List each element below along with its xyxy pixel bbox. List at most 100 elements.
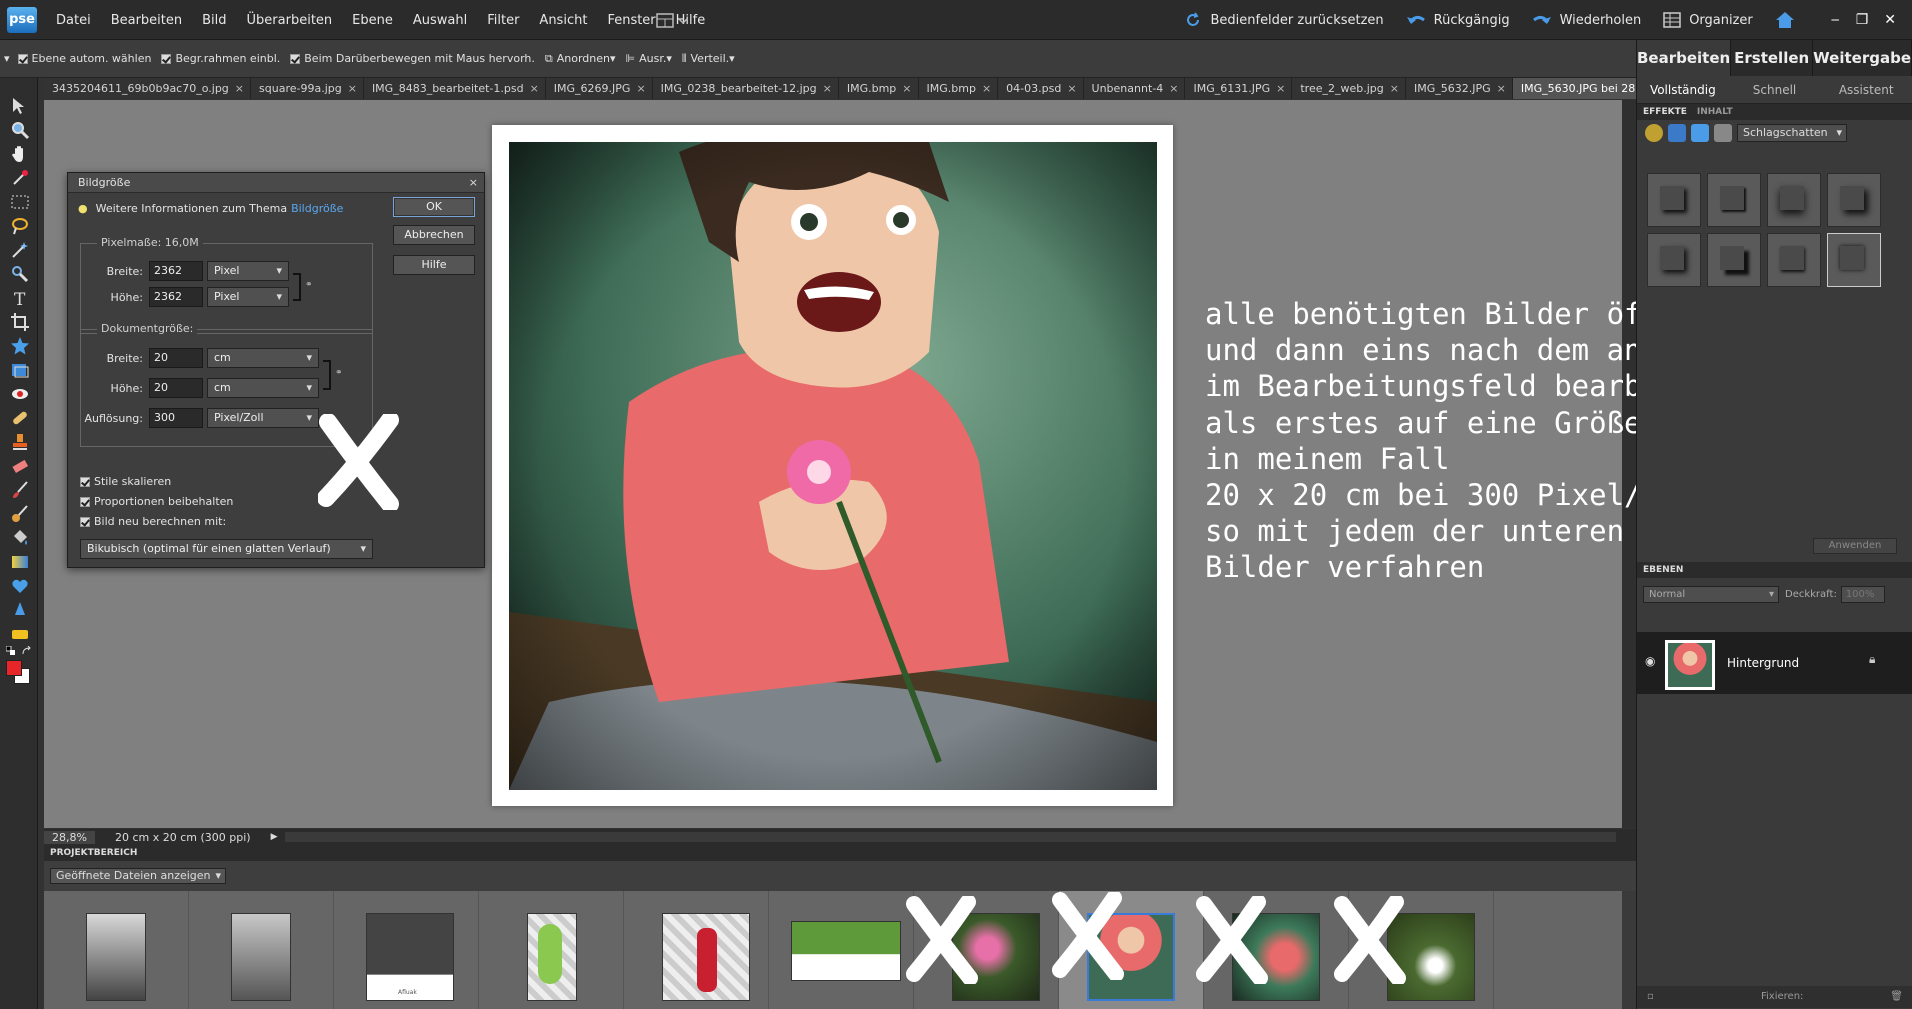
selection-brush-tool-icon[interactable]: [10, 264, 30, 284]
layer-row[interactable]: ◉ Hintergrund 🔒︎: [1637, 632, 1912, 694]
close-tab-icon[interactable]: ×: [235, 82, 244, 95]
bin-item[interactable]: Afluak: [334, 891, 479, 1009]
pixel-height-unit-select[interactable]: Pixel: [207, 287, 289, 307]
reset-panels-button[interactable]: Bedienfelder zurücksetzen: [1184, 11, 1384, 29]
close-tab-icon[interactable]: ×: [1497, 82, 1506, 95]
close-tab-icon[interactable]: ×: [1390, 82, 1399, 95]
menu-datei[interactable]: Datei: [46, 13, 101, 28]
trash-icon[interactable]: 🗑︎: [1890, 986, 1903, 1008]
tab-document[interactable]: IMG.bmp ×: [838, 78, 919, 99]
lasso-tool-icon[interactable]: [10, 216, 30, 236]
highlight-rollover-checkbox[interactable]: Beim Darüberbewegen mit Maus hervorh.: [290, 52, 535, 65]
resample-checkbox[interactable]: Bild neu berechnen mit:: [80, 515, 226, 528]
tab-schnell[interactable]: Schnell: [1729, 76, 1821, 103]
resolution-unit-select[interactable]: Pixel/Zoll: [207, 408, 319, 428]
zoom-level[interactable]: 28,8%: [44, 830, 95, 844]
tab-document[interactable]: 3435204611_69b0b9ac70_o.jpg ×: [44, 78, 252, 99]
tab-effekte[interactable]: EFFEKTE: [1643, 104, 1687, 120]
info-link[interactable]: Bildgröße: [291, 202, 343, 215]
apply-button[interactable]: Anwenden: [1813, 538, 1897, 554]
bounding-box-checkbox[interactable]: Begr.rahmen einbl.: [161, 52, 280, 65]
new-layer-icon[interactable]: ▫: [1647, 991, 1654, 1002]
tab-document[interactable]: IMG_6131.JPG ×: [1185, 78, 1293, 99]
restore-icon[interactable]: ❐: [1856, 12, 1869, 28]
horizontal-scrollbar[interactable]: [285, 832, 1616, 842]
help-button[interactable]: Hilfe: [393, 255, 475, 275]
tab-document[interactable]: IMG_6269.JPG ×: [545, 78, 653, 99]
doc-height-unit-select[interactable]: cm: [207, 378, 319, 398]
bin-item[interactable]: [479, 891, 624, 1009]
red-eye-tool-icon[interactable]: [10, 384, 30, 404]
zoom-tool-icon[interactable]: [10, 120, 30, 140]
straighten-tool-icon[interactable]: [10, 360, 30, 380]
close-tab-icon[interactable]: ×: [530, 82, 539, 95]
menu-ueberarbeiten[interactable]: Überarbeiten: [237, 13, 343, 28]
pixel-width-unit-select[interactable]: Pixel: [207, 261, 289, 281]
resolution-input[interactable]: 300: [149, 408, 203, 428]
blend-mode-select[interactable]: Normal ▾: [1643, 585, 1779, 603]
layer-styles-icon[interactable]: [1668, 124, 1686, 142]
tab-document[interactable]: IMG_0238_bearbeitet-12.jpg ×: [652, 78, 839, 99]
tab-weitergabe[interactable]: Weitergabe: [1813, 40, 1912, 76]
blur-tool-icon[interactable]: [10, 600, 30, 620]
close-tab-icon[interactable]: ×: [1276, 82, 1285, 95]
tab-document[interactable]: 04-03.psd ×: [998, 78, 1084, 99]
type-tool-icon[interactable]: T: [10, 288, 30, 308]
layout-grid-icon[interactable]: [656, 12, 690, 29]
effect-preset-select[interactable]: Schlagschatten ▾: [1737, 124, 1847, 142]
bin-filter-select[interactable]: Geöffnete Dateien anzeigen ▾: [50, 868, 226, 884]
tab-assistent[interactable]: Assistent: [1820, 76, 1912, 103]
eyedropper-tool-icon[interactable]: [10, 168, 30, 188]
shadow-preset-tile[interactable]: [1767, 173, 1821, 227]
organizer-button[interactable]: Organizer: [1663, 12, 1753, 28]
shadow-preset-tile[interactable]: [1707, 173, 1761, 227]
menu-filter[interactable]: Filter: [477, 13, 529, 28]
tab-document[interactable]: tree_2_web.jpg ×: [1292, 78, 1406, 99]
arrange-dropdown[interactable]: ⧉ Anordnen ▾: [545, 52, 616, 66]
bin-item[interactable]: [769, 891, 914, 1009]
close-tab-icon[interactable]: ×: [1169, 82, 1178, 95]
paint-bucket-tool-icon[interactable]: [10, 528, 30, 548]
swap-colors-icon[interactable]: [22, 646, 32, 656]
shadow-preset-tile[interactable]: [1647, 173, 1701, 227]
doc-width-input[interactable]: 20: [149, 348, 203, 368]
visibility-eye-icon[interactable]: ◉: [1645, 654, 1655, 668]
close-tab-icon[interactable]: ×: [902, 82, 911, 95]
pixel-height-input[interactable]: 2362: [149, 287, 203, 307]
tab-vollstaendig[interactable]: Vollständig: [1637, 76, 1729, 103]
brush-tool-icon[interactable]: [10, 480, 30, 500]
crop-tool-icon[interactable]: [10, 312, 30, 332]
close-window-icon[interactable]: ✕: [1884, 12, 1896, 28]
tab-bearbeiten[interactable]: Bearbeiten: [1637, 40, 1732, 76]
eraser-tool-icon[interactable]: [10, 456, 30, 476]
dialog-titlebar[interactable]: Bildgröße ×: [68, 173, 484, 193]
photo-effects-icon[interactable]: [1645, 124, 1663, 142]
tab-document[interactable]: IMG_5632.JPG ×: [1405, 78, 1513, 99]
close-tab-icon[interactable]: ×: [348, 82, 357, 95]
default-colors-icon[interactable]: [6, 646, 16, 656]
menu-bearbeiten[interactable]: Bearbeiten: [101, 13, 192, 28]
healing-brush-tool-icon[interactable]: [10, 408, 30, 428]
doc-width-unit-select[interactable]: cm: [207, 348, 319, 368]
scale-styles-checkbox[interactable]: Stile skalieren: [80, 475, 171, 488]
clone-stamp-tool-icon[interactable]: [10, 432, 30, 452]
shadow-preset-tile[interactable]: [1767, 233, 1821, 287]
move-tool-icon[interactable]: [10, 96, 30, 116]
magic-wand-tool-icon[interactable]: [10, 240, 30, 260]
menu-auswahl[interactable]: Auswahl: [403, 13, 477, 28]
tab-document[interactable]: IMG.bmp ×: [918, 78, 999, 99]
tab-document[interactable]: IMG_8483_bearbeitet-1.psd ×: [363, 78, 546, 99]
align-dropdown[interactable]: ⊫ Ausr. ▾: [626, 52, 672, 65]
cancel-button[interactable]: Abbrechen: [393, 225, 475, 245]
close-tab-icon[interactable]: ×: [982, 82, 991, 95]
auto-select-layer-checkbox[interactable]: Ebene autom. wählen: [17, 52, 151, 65]
doc-height-input[interactable]: 20: [149, 378, 203, 398]
shadow-preset-tile[interactable]: [1647, 233, 1701, 287]
tab-document[interactable]: Unbenannt-4 ×: [1083, 78, 1186, 99]
shadow-preset-tile[interactable]: [1827, 173, 1881, 227]
filters-icon[interactable]: [1691, 124, 1709, 142]
custom-shape-tool-icon[interactable]: [10, 576, 30, 596]
bin-vertical-scrollbar[interactable]: [1622, 891, 1636, 1009]
menu-bild[interactable]: Bild: [192, 13, 236, 28]
ok-button[interactable]: OK: [393, 197, 475, 217]
